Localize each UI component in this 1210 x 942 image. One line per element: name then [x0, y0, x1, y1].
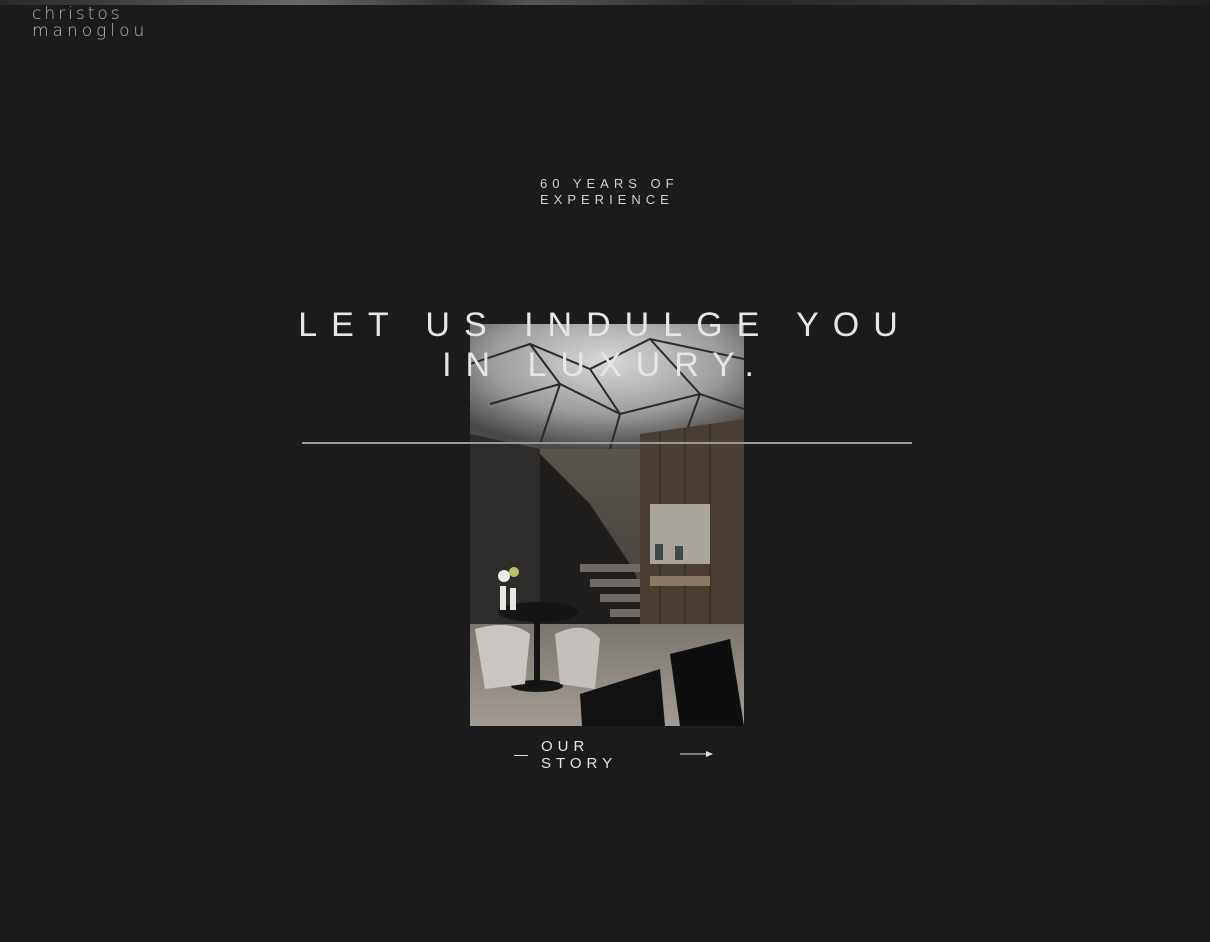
header-image-strip: [0, 0, 1210, 5]
hero-eyebrow: 60 YEARS OF EXPERIENCE: [540, 176, 679, 207]
right-arrow-icon: [680, 746, 714, 764]
brand-logo[interactable]: christos manoglou: [32, 6, 272, 40]
our-story-label: OUR STORY: [540, 738, 618, 772]
our-story-link[interactable]: OUR STORY: [514, 738, 714, 772]
dash-icon: [514, 754, 528, 756]
brand-logo-line2: manoglou: [32, 21, 149, 41]
divider-line: [302, 442, 912, 444]
hero-headline: LET US INDULGE YOU IN LUXURY.: [298, 306, 912, 384]
